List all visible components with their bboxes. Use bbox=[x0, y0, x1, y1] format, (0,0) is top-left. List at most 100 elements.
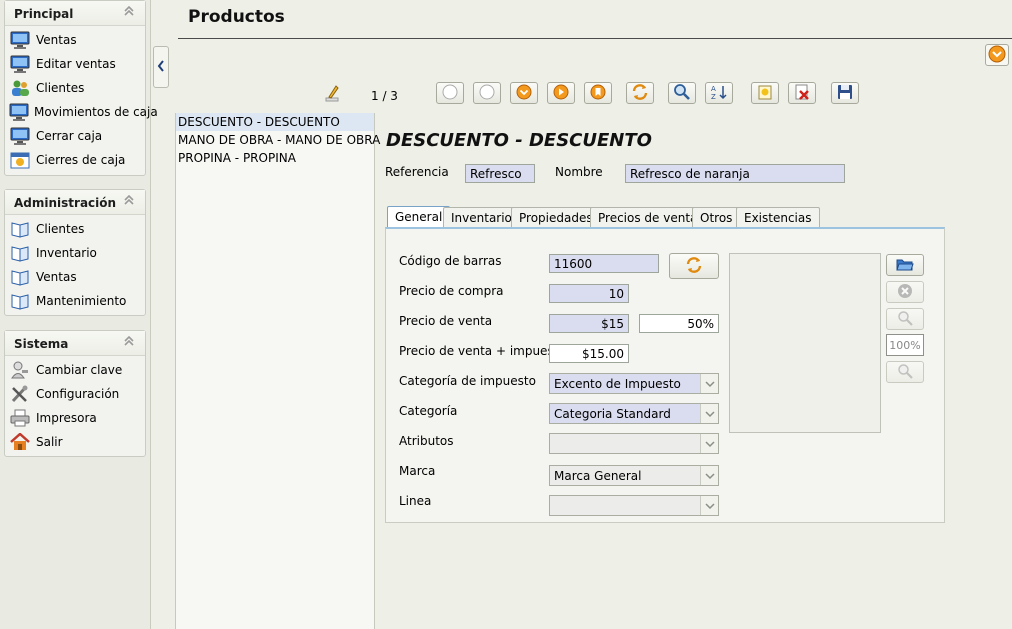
sidebar-item-label: Impresora bbox=[36, 411, 97, 425]
categoria-select[interactable]: Categoria Standard bbox=[549, 403, 719, 424]
generate-barcode-button[interactable] bbox=[669, 253, 719, 279]
refresh-button[interactable] bbox=[626, 82, 654, 104]
sort-button[interactable]: AZ bbox=[705, 82, 733, 104]
sidebar-item-admin-ventas[interactable]: Ventas bbox=[7, 266, 145, 288]
sidebar-item-ventas[interactable]: Ventas bbox=[7, 29, 145, 51]
product-image-panel bbox=[729, 253, 881, 433]
referencia-label: Referencia bbox=[385, 165, 449, 179]
circle-empty-icon bbox=[442, 84, 458, 103]
marca-label: Marca bbox=[399, 464, 436, 478]
title-divider bbox=[178, 38, 1012, 39]
panel-administracion-header[interactable]: Administración bbox=[5, 190, 145, 215]
pencil-edit-icon bbox=[324, 84, 340, 102]
list-item[interactable]: DESCUENTO - DESCUENTO bbox=[176, 113, 374, 131]
collapse-sidebar-button[interactable] bbox=[153, 46, 169, 88]
sidebar-item-admin-inventario[interactable]: Inventario bbox=[7, 242, 145, 264]
user-key-icon bbox=[9, 360, 31, 380]
sidebar-item-cierres-caja[interactable]: Cierres de caja bbox=[7, 149, 145, 171]
sidebar-item-cambiar-clave[interactable]: Cambiar clave bbox=[7, 359, 145, 381]
zoom-out-button[interactable] bbox=[886, 361, 924, 383]
list-item[interactable]: PROPINA - PROPINA bbox=[176, 149, 374, 167]
sidebar-item-label: Cerrar caja bbox=[36, 129, 103, 143]
refresh-icon bbox=[685, 256, 703, 277]
marca-select[interactable]: Marca General bbox=[549, 465, 719, 486]
new-document-icon bbox=[756, 83, 774, 104]
tools-icon bbox=[9, 384, 31, 404]
sidebar-item-configuracion[interactable]: Configuración bbox=[7, 383, 145, 405]
sidebar-item-impresora[interactable]: Impresora bbox=[7, 407, 145, 429]
previous-record-button[interactable] bbox=[473, 82, 501, 104]
menu-button[interactable] bbox=[985, 44, 1009, 66]
zoom-in-icon bbox=[897, 310, 913, 329]
panel-title: Administración bbox=[14, 196, 117, 210]
margen-field[interactable]: 50% bbox=[639, 314, 719, 333]
tab-otros[interactable]: Otros bbox=[692, 207, 741, 228]
codigo-barras-field[interactable]: 11600 bbox=[549, 254, 659, 273]
nombre-label: Nombre bbox=[555, 165, 603, 179]
zoom-level-display: 100% bbox=[886, 334, 924, 356]
referencia-field[interactable]: Refresco bbox=[465, 164, 535, 183]
zoom-in-button[interactable] bbox=[886, 308, 924, 330]
panel-principal: Principal Ventas Editar ventas Clientes … bbox=[4, 0, 158, 176]
categoria-impuesto-label: Categoría de impuesto bbox=[399, 374, 536, 388]
remove-image-button[interactable] bbox=[886, 281, 924, 303]
sidebar-item-cerrar-caja[interactable]: Cerrar caja bbox=[7, 125, 145, 147]
bookmark-button[interactable] bbox=[584, 82, 612, 104]
panel-title: Principal bbox=[14, 7, 74, 21]
page-title: Productos bbox=[188, 7, 285, 27]
printer-icon bbox=[9, 408, 31, 428]
sidebar-item-salir[interactable]: Salir bbox=[7, 431, 145, 453]
product-title: DESCUENTO - DESCUENTO bbox=[386, 130, 652, 151]
panel-sistema: Sistema Cambiar clave Configuración Impr… bbox=[4, 330, 146, 457]
save-button[interactable] bbox=[831, 82, 859, 104]
folder-open-icon bbox=[896, 256, 914, 275]
panel-principal-header[interactable]: Principal bbox=[5, 1, 145, 26]
new-record-button[interactable] bbox=[751, 82, 779, 104]
nombre-field[interactable]: Refresco de naranja bbox=[625, 164, 845, 183]
chevron-left-icon bbox=[156, 59, 166, 76]
book-icon bbox=[9, 267, 31, 287]
record-counter: 1 / 3 bbox=[371, 89, 398, 103]
categoria-impuesto-select[interactable]: Excento de Impuesto bbox=[549, 373, 719, 394]
chevron-down-circle-icon bbox=[516, 84, 532, 103]
precio-compra-label: Precio de compra bbox=[399, 284, 504, 298]
sidebar-item-admin-clientes[interactable]: Clientes bbox=[7, 218, 145, 240]
tab-propiedades[interactable]: Propiedades bbox=[511, 207, 601, 228]
precio-venta-impuesto-field[interactable]: $15.00 bbox=[549, 344, 629, 363]
collapse-chevron-icon[interactable] bbox=[122, 334, 136, 348]
precio-venta-field[interactable]: $15 bbox=[549, 314, 629, 333]
monitor-icon bbox=[9, 54, 31, 74]
sidebar-item-label: Ventas bbox=[36, 270, 77, 284]
atributos-select[interactable] bbox=[549, 433, 719, 454]
collapse-chevron-icon[interactable] bbox=[122, 193, 136, 207]
first-record-button[interactable] bbox=[436, 82, 464, 104]
sidebar-item-clientes[interactable]: Clientes bbox=[7, 77, 145, 99]
last-record-button[interactable] bbox=[547, 82, 575, 104]
panel-administracion: Administración Clientes Inventario Venta… bbox=[4, 189, 146, 316]
delete-record-button[interactable] bbox=[788, 82, 816, 104]
product-list[interactable]: DESCUENTO - DESCUENTO MANO DE OBRA - MAN… bbox=[175, 113, 380, 629]
open-image-button[interactable] bbox=[886, 254, 924, 276]
panel-sistema-header[interactable]: Sistema bbox=[5, 331, 145, 356]
select-value: Categoria Standard bbox=[554, 407, 671, 421]
tab-inventario[interactable]: Inventario bbox=[443, 207, 520, 228]
sidebar-item-editar-ventas[interactable]: Editar ventas bbox=[7, 53, 145, 75]
next-record-button[interactable] bbox=[510, 82, 538, 104]
sidebar-item-movimientos-caja[interactable]: Movimientos de caja bbox=[7, 101, 158, 123]
tab-general[interactable]: General bbox=[387, 206, 451, 229]
book-icon bbox=[9, 219, 31, 239]
collapse-chevron-icon[interactable] bbox=[122, 4, 136, 18]
select-value: Marca General bbox=[554, 469, 642, 483]
sidebar-item-admin-mantenimiento[interactable]: Mantenimiento bbox=[7, 290, 145, 312]
list-item[interactable]: MANO DE OBRA - MANO DE OBRA bbox=[176, 131, 380, 149]
sidebar-item-label: Inventario bbox=[36, 246, 97, 260]
search-icon bbox=[673, 83, 691, 104]
tab-existencias[interactable]: Existencias bbox=[736, 207, 820, 228]
sidebar-item-label: Cierres de caja bbox=[36, 153, 126, 167]
linea-select[interactable] bbox=[549, 495, 719, 516]
search-button[interactable] bbox=[668, 82, 696, 104]
circle-empty-icon bbox=[479, 84, 495, 103]
sidebar-item-label: Configuración bbox=[36, 387, 120, 401]
precio-compra-field[interactable]: 10 bbox=[549, 284, 629, 303]
tab-precios-venta[interactable]: Precios de venta bbox=[590, 207, 706, 228]
